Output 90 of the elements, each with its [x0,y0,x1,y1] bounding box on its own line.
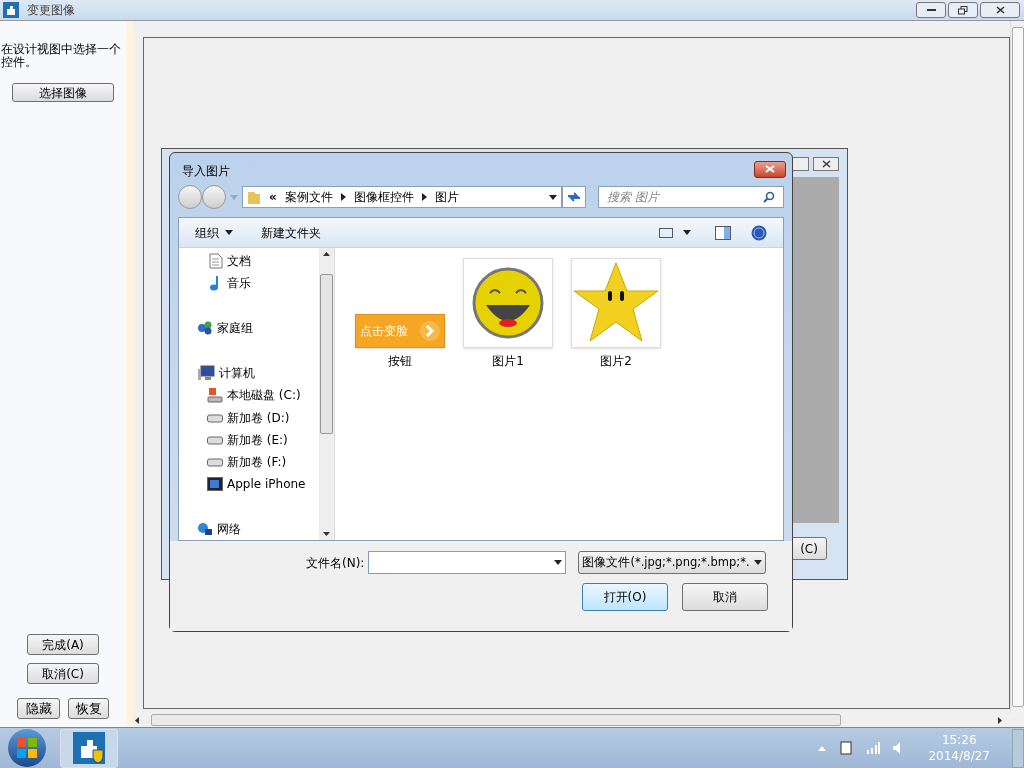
hint-text: 在设计视图中选择一个控件。 [0,43,122,69]
address-bar[interactable]: « 案例文件 图像框控件 图片 [242,186,562,208]
drive-icon [207,434,223,445]
file-name-field[interactable] [368,551,567,574]
close-button[interactable] [754,160,786,178]
restore-icon [958,5,968,15]
scrollbar-thumb[interactable] [320,274,333,434]
select-image-button[interactable]: 选择图像 [12,83,114,102]
scroll-up-icon [323,252,330,256]
open-button[interactable]: 打开(O) [582,583,668,611]
close-button[interactable] [813,157,839,171]
windows-logo-icon [17,738,37,758]
dropdown-arrow-icon [683,230,691,235]
homegroup-icon [197,320,213,337]
clock-time: 15:26 [941,732,977,748]
breadcrumb-overflow[interactable]: « [269,188,277,206]
dropdown-arrow-icon [554,560,563,565]
close-icon [821,160,831,168]
dropdown-arrow-icon [754,560,763,565]
view-options-icon [659,227,673,238]
folder-icon [247,189,261,205]
back-button[interactable] [178,185,202,209]
scroll-down-icon [323,532,330,536]
start-button[interactable] [8,729,46,767]
nav-item[interactable]: 计算机 [179,362,319,385]
breadcrumb-separator-icon [340,193,346,201]
forward-button[interactable] [202,185,226,209]
close-icon [995,6,1005,14]
file-name[interactable]: 图片2 [600,352,632,370]
taskbar-app-button[interactable] [60,728,118,768]
drive-icon [207,412,223,423]
clock-date: 2014/8/27 [928,748,990,764]
restore-window-button[interactable] [948,2,978,18]
network-globe-icon [197,521,213,536]
app-puzzle-icon [3,2,19,18]
button-image: 点击变脸 [355,314,445,348]
file-name[interactable]: 图片1 [492,352,524,370]
minimize-icon [926,8,936,12]
finish-button[interactable]: 完成(A) [27,634,99,655]
puzzle-shield-icon [73,732,105,764]
drive-icon [207,456,223,467]
scrollbar-thumb[interactable] [151,714,841,726]
dropdown-arrow-icon [549,194,557,200]
file-type-dropdown[interactable]: 图像文件(*.jpg;*.png;*.bmp;*. [578,551,767,574]
cancel-button[interactable]: 取消 [682,583,768,611]
file-name-label: 文件名(N): [306,554,365,572]
system-drive-icon [207,387,223,404]
search-icon [763,191,775,203]
window-title: 变更图像 [27,2,75,19]
dropdown-arrow-icon [225,230,233,235]
search-field[interactable]: 搜索 图片 [598,186,784,208]
nav-item[interactable]: 新加卷 (F:) [179,450,319,473]
breadcrumb-item[interactable]: 图像框控件 [353,188,414,206]
nav-item[interactable]: 新加卷 (D:) [179,406,319,429]
nav-item[interactable]: 本地磁盘 (C:) [179,384,319,407]
hide-button[interactable]: 隐藏 [17,698,60,719]
dropdown-arrow-icon [230,194,238,200]
search-input[interactable]: 搜索 图片 [607,188,763,206]
scroll-left-icon [135,716,139,724]
breadcrumb-item[interactable]: 案例文件 [284,188,333,206]
chevron-right-icon [420,321,440,341]
smiley-face-image [472,267,544,339]
nav-item[interactable]: 新加卷 (E:) [179,428,319,451]
scroll-right-icon [998,716,1002,724]
refresh-arrows-icon [567,191,581,203]
new-folder-button[interactable]: 新建文件夹 [261,223,321,242]
file-name[interactable]: 按钮 [388,352,412,370]
show-desktop-button[interactable] [1012,728,1024,768]
preview-pane-icon [715,225,731,240]
nav-item[interactable]: 音乐 [179,272,319,295]
nav-item[interactable]: 文档 [179,250,319,273]
refresh-button[interactable] [562,186,586,208]
show-hidden-icons-icon [818,745,827,751]
device-icon [207,476,223,491]
nav-item[interactable]: 网络 [179,517,319,540]
cancel-button[interactable]: 取消(C) [27,663,99,684]
nav-item[interactable]: Apple iPhone [179,472,319,495]
document-icon [209,253,223,270]
signal-bars-icon [866,742,881,754]
close-button[interactable] [980,2,1020,18]
organize-menu[interactable]: 组织 [195,223,233,242]
vertical-scrollbar[interactable] [319,248,334,540]
close-icon [765,165,775,173]
breadcrumb-item[interactable]: 图片 [434,188,459,206]
breadcrumb-separator-icon [421,193,427,201]
dialog-title: 导入图片 [182,163,230,180]
nav-item[interactable]: 家庭组 [179,317,319,340]
restore-button[interactable]: 恢复 [68,698,109,719]
minimize-button[interactable] [916,2,946,18]
computer-icon [197,365,215,382]
